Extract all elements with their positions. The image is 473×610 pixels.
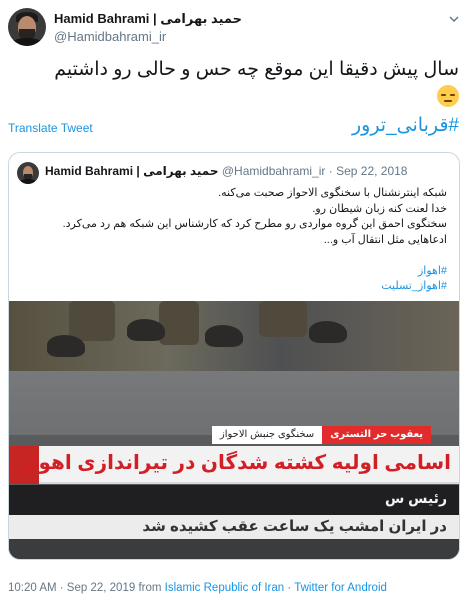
tv-ticker-secondary: در ایران امشب یک ساعت عقب کشیده شد: [9, 515, 459, 539]
quoted-media-image[interactable]: یعقوب حر التستری سخنگوی جنبش الاحواز اسا…: [9, 301, 459, 559]
pensive-face-emoji-icon: [437, 85, 459, 107]
quoted-line: خدا لعنت کنه زبان شیطان رو.: [312, 202, 447, 215]
quoted-handle: @Hamidbahrami_ir: [221, 164, 326, 178]
tv-ticker-text: رئیس س: [384, 490, 447, 506]
tv-ticker: رئیس س: [9, 485, 459, 515]
tweet-text: سال پیش دقیقا این موقع چه حس و حالی رو د…: [39, 56, 459, 140]
author-name[interactable]: Hamid Bahrami | حمید بهرامی: [54, 11, 242, 27]
author-handle[interactable]: @Hamidbahrami_ir: [54, 29, 166, 44]
tweet-footer: 10:20 AM · Sep 22, 2019 from Islamic Rep…: [8, 582, 387, 594]
tweet-body-text: سال پیش دقیقا این موقع چه حس و حالی رو د…: [54, 59, 459, 80]
tv-nameplate-title: سخنگوی جنبش الاحواز: [211, 426, 323, 444]
author-avatar[interactable]: [8, 8, 46, 46]
tweet-location-link[interactable]: Islamic Republic of Iran: [165, 582, 285, 594]
quoted-tweet[interactable]: Hamid Bahrami | حمید بهرامی @Hamidbahram…: [8, 152, 460, 560]
tweet-client-link[interactable]: Twitter for Android: [294, 582, 387, 594]
quoted-text: شبکه اینترنشنال با سخنگوی الاحواز صحبت م…: [17, 186, 447, 295]
tv-nameplate-name: یعقوب حر التستری: [322, 426, 431, 444]
quoted-author-avatar: [17, 162, 39, 184]
quoted-header: Hamid Bahrami | حمید بهرامی @Hamidbahram…: [45, 164, 407, 178]
tv-headline: اسامی اولیه کشته شدگان در تیراندازی اهوا…: [9, 452, 451, 474]
tweet-timestamp[interactable]: 10:20 AM · Sep 22, 2019: [8, 582, 135, 594]
quoted-line: شبکه اینترنشنال با سخنگوی الاحواز صحبت م…: [218, 187, 447, 199]
quoted-line: ادعاهایی مثل انتقال آب و...: [323, 233, 447, 246]
from-label: from: [138, 582, 162, 594]
quoted-separator: ·: [328, 164, 333, 178]
tv-nameplate: یعقوب حر التستری سخنگوی جنبش الاحواز: [187, 426, 431, 444]
footer-separator: ·: [287, 582, 292, 594]
quoted-line: سخنگوی احمق این گروه مواردی رو مطرح کرد …: [62, 218, 447, 230]
tv-headline-bar: اسامی اولیه کشته شدگان در تیراندازی اهوا…: [9, 446, 459, 484]
chevron-down-icon[interactable]: [449, 14, 459, 24]
translate-tweet-link[interactable]: Translate Tweet: [8, 121, 93, 135]
quoted-hashtag[interactable]: #اهواز: [17, 264, 447, 280]
quoted-hashtag[interactable]: #اهواز_تسلیت: [17, 279, 447, 295]
quoted-author-name: Hamid Bahrami | حمید بهرامی: [45, 164, 219, 178]
tv-ticker-secondary-text: در ایران امشب یک ساعت عقب کشیده شد: [142, 518, 447, 535]
quoted-date: Sep 22, 2018: [336, 164, 408, 178]
tweet-hashtag[interactable]: #قربانی_ترور: [352, 115, 459, 136]
